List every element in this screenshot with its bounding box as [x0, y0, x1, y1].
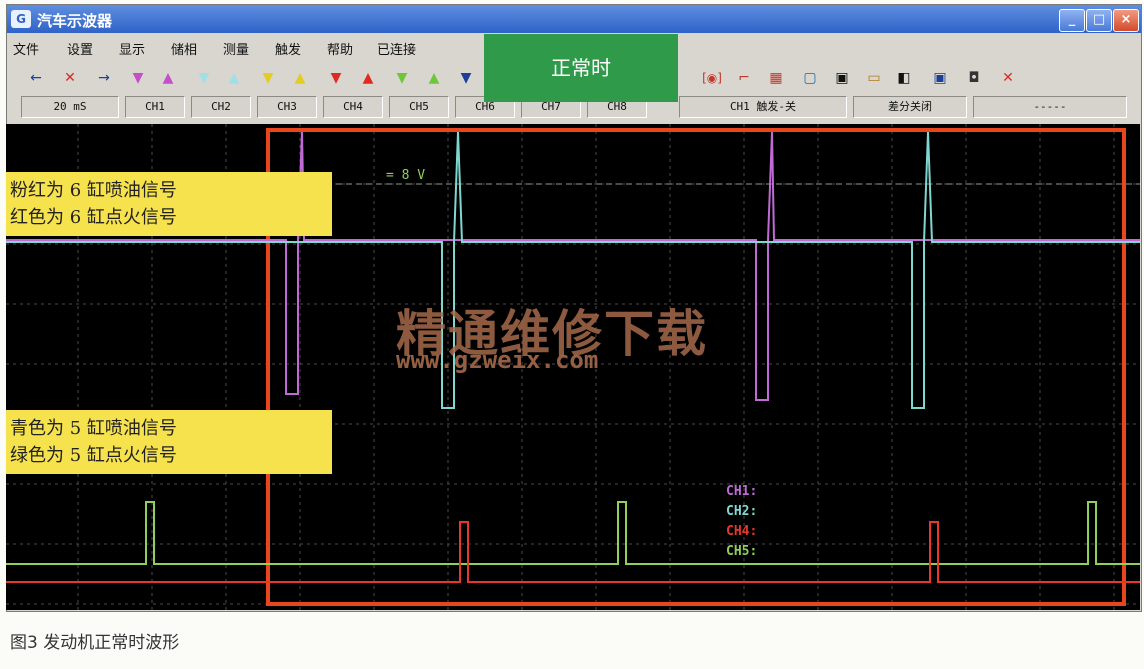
channel-ch5[interactable]: CH5 — [389, 96, 449, 118]
close-x-icon[interactable]: ✕ — [997, 67, 1019, 89]
menu-trigger[interactable]: 触发 — [275, 39, 301, 58]
tri-up-red-icon[interactable]: ▲ — [357, 67, 379, 89]
arrow-left-icon[interactable]: ← — [25, 67, 47, 89]
menu-help[interactable]: 帮助 — [327, 39, 353, 58]
minimize-button[interactable]: _ — [1059, 9, 1085, 32]
arrow-right-icon[interactable]: → — [93, 67, 115, 89]
close-button[interactable]: × — [1113, 9, 1139, 32]
callout-cylinder6-line2: 红色为 6 缸点火信号 — [10, 207, 177, 228]
menu-settings[interactable]: 设置 — [67, 39, 93, 58]
tri-down-magenta-icon[interactable]: ▼ — [127, 67, 149, 89]
watermark-url: www.gzweix.com — [396, 346, 599, 374]
channel-ch4[interactable]: CH4 — [323, 96, 383, 118]
menu-storage[interactable]: 储相 — [171, 39, 197, 58]
open-icon[interactable]: ▭ — [863, 67, 885, 89]
callout-cylinder5-line2: 绿色为 5 缸点火信号 — [10, 445, 177, 466]
legend-ch4: CH4: — [726, 524, 758, 539]
window-title: 汽车示波器 — [37, 12, 113, 30]
cursor-icon[interactable]: ⌐ — [733, 67, 755, 89]
tri-up-green-icon[interactable]: ▲ — [423, 67, 445, 89]
trigger-icon[interactable]: [◉] — [701, 67, 723, 89]
save-icon[interactable]: ▣ — [831, 67, 853, 89]
legend-ch5: CH5: — [726, 544, 758, 559]
camera-icon[interactable]: ◘ — [963, 67, 985, 89]
menu-display[interactable]: 显示 — [119, 39, 145, 58]
menu-measure[interactable]: 测量 — [223, 39, 249, 58]
normal-state-badge: 正常时 — [484, 34, 678, 102]
timebase-field[interactable]: 20 mS — [21, 96, 119, 118]
channel-ch2[interactable]: CH2 — [191, 96, 251, 118]
menu-file[interactable]: 文件 — [13, 39, 39, 58]
figure-caption: 图3 发动机正常时波形 — [10, 633, 180, 653]
tri-down-green-icon[interactable]: ▼ — [391, 67, 413, 89]
menu-connected[interactable]: 已连接 — [377, 39, 416, 58]
grid-icon[interactable]: ▦ — [765, 67, 787, 89]
channel-ch1[interactable]: CH1 — [125, 96, 185, 118]
legend-ch1: CH1: — [726, 484, 758, 499]
tri-down-yellow-icon[interactable]: ▼ — [257, 67, 279, 89]
tri-down-red-icon[interactable]: ▼ — [325, 67, 347, 89]
tri-up-yellow-icon[interactable]: ▲ — [289, 67, 311, 89]
callout-cylinder5: 青色为 5 缸喷油信号 绿色为 5 缸点火信号 — [6, 410, 332, 474]
tri-down-blue-icon[interactable]: ▼ — [455, 67, 477, 89]
callout-cylinder5-line1: 青色为 5 缸喷油信号 — [10, 418, 177, 439]
diff-status[interactable]: 差分关闭 — [853, 96, 967, 118]
contrast-icon[interactable]: ◧ — [893, 67, 915, 89]
tri-down-cyan-icon[interactable]: ▼ — [193, 67, 215, 89]
tri-up-magenta-icon[interactable]: ▲ — [157, 67, 179, 89]
oscilloscope-icon: G — [11, 10, 31, 28]
maximize-button[interactable]: □ — [1086, 9, 1112, 32]
legend-ch2: CH2: — [726, 504, 758, 519]
tri-up-cyan-icon[interactable]: ▲ — [223, 67, 245, 89]
readout-field: ----- — [973, 96, 1127, 118]
callout-cylinder6: 粉红为 6 缸喷油信号 红色为 6 缸点火信号 — [6, 172, 332, 236]
trace-ch4 — [6, 521, 1140, 583]
voltage-label: = 8 V — [386, 168, 425, 183]
window-icon[interactable]: ▢ — [799, 67, 821, 89]
screen-icon[interactable]: ▣ — [929, 67, 951, 89]
trace-ch5 — [6, 501, 1140, 565]
callout-cylinder6-line1: 粉红为 6 缸喷油信号 — [10, 180, 177, 201]
title-bar: G 汽车示波器 _ □ × — [7, 5, 1141, 33]
close-red-icon[interactable]: ✕ — [59, 67, 81, 89]
channel-ch3[interactable]: CH3 — [257, 96, 317, 118]
trigger-status[interactable]: CH1 触发-关 — [679, 96, 847, 118]
